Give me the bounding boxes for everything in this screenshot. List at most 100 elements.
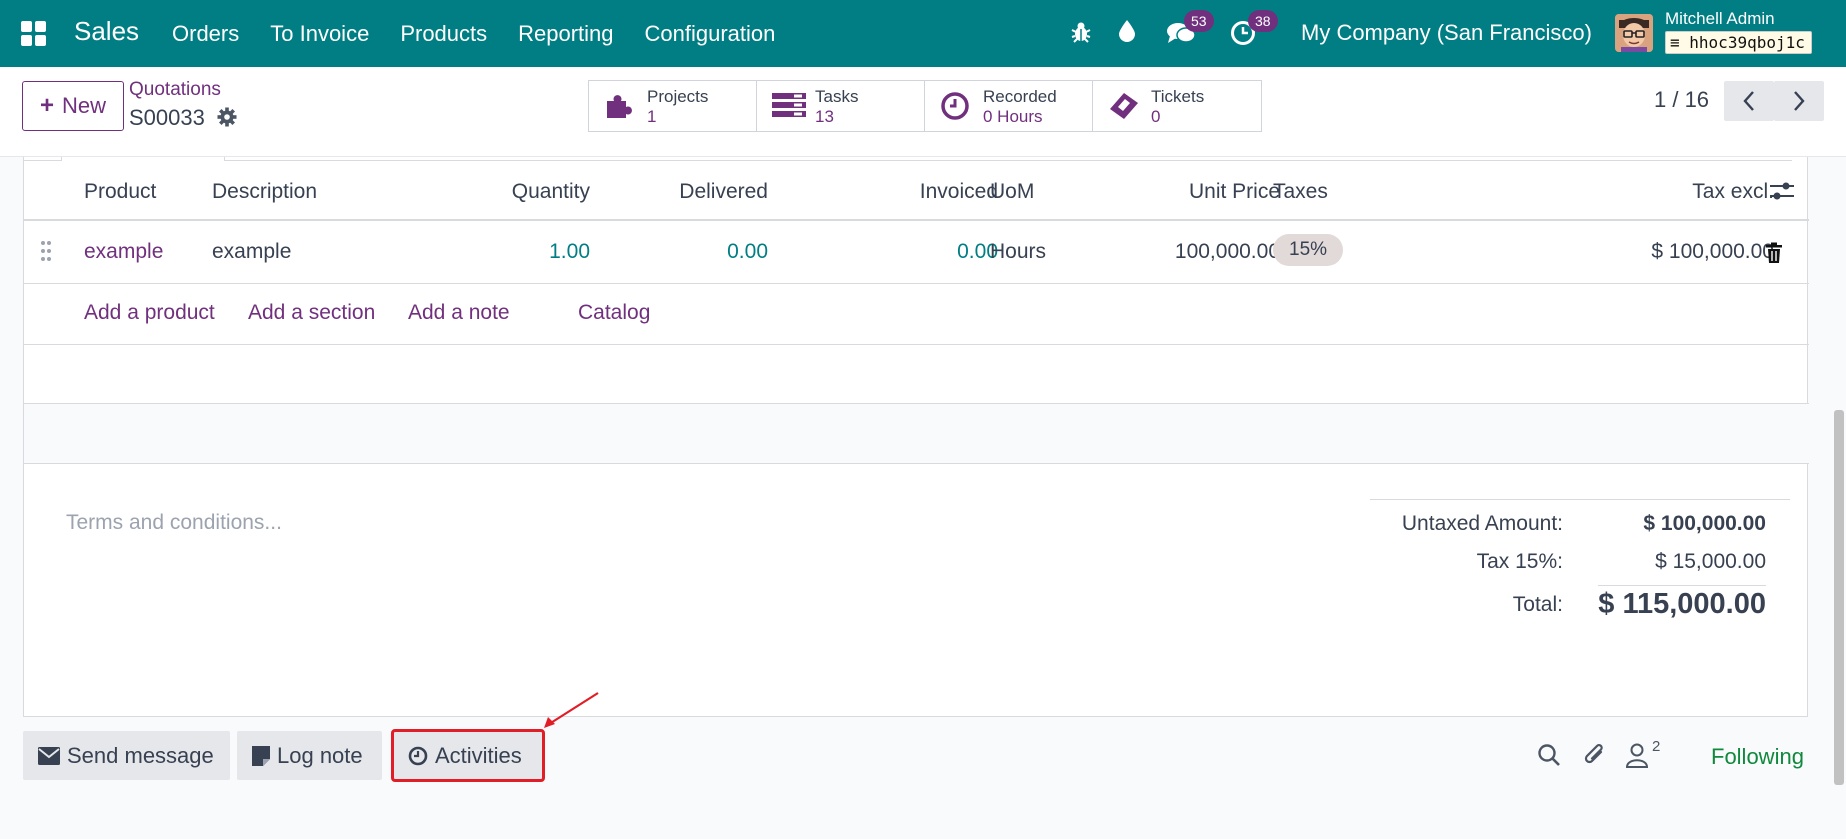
send-message-button[interactable]: Send message: [23, 731, 230, 780]
smart-button-tickets[interactable]: Tickets 0: [1093, 81, 1261, 131]
menu-item-orders[interactable]: Orders: [172, 21, 239, 47]
smart-button-projects[interactable]: Projects 1: [589, 81, 757, 131]
add-note-link[interactable]: Add a note: [408, 301, 510, 325]
column-delivered[interactable]: Delivered: [604, 180, 768, 204]
line-product[interactable]: example: [84, 240, 163, 264]
main-menu: Orders To Invoice Products Reporting Con…: [172, 21, 806, 47]
smart-button-label: Recorded: [983, 87, 1057, 106]
chevron-right-icon: [1794, 91, 1805, 111]
line-quantity[interactable]: 1.00: [424, 240, 590, 264]
menu-item-products[interactable]: Products: [400, 21, 487, 47]
smart-button-tasks[interactable]: Tasks 13: [757, 81, 925, 131]
database-tag: ≡ hhoc39qboj1c: [1665, 31, 1812, 54]
log-note-label: Log note: [277, 742, 363, 768]
column-taxes[interactable]: Taxes: [1273, 180, 1328, 204]
terms-and-conditions-field[interactable]: Terms and conditions...: [66, 511, 282, 535]
sticky-note-icon: [252, 745, 270, 766]
followers-icon[interactable]: [1625, 742, 1649, 773]
paperclip-icon[interactable]: [1583, 742, 1607, 773]
new-button-label: New: [62, 93, 107, 118]
column-unit-price[interactable]: Unit Price: [1104, 180, 1280, 204]
smart-button-value: 1: [647, 107, 657, 126]
smart-button-value: 13: [815, 107, 834, 126]
line-delivered[interactable]: 0.00: [604, 240, 768, 264]
line-description[interactable]: example: [212, 240, 291, 264]
gear-icon[interactable]: [217, 107, 237, 132]
line-invoiced[interactable]: 0.00: [804, 240, 998, 264]
notebook-tabs-edge: [24, 157, 1792, 161]
activities-label: Activities: [435, 742, 522, 768]
line-unit-price[interactable]: 100,000.00: [1104, 240, 1280, 264]
column-invoiced[interactable]: Invoiced: [804, 180, 998, 204]
order-totals: Untaxed Amount: $ 100,000.00 Tax 15%: $ …: [1370, 499, 1790, 620]
send-message-label: Send message: [67, 742, 214, 768]
database-name: hhoc39qboj1c: [1689, 33, 1805, 52]
control-panel: + New Quotations S00033 Projects 1 Tasks…: [0, 67, 1846, 157]
plus-icon: +: [39, 92, 54, 119]
user-name[interactable]: Mitchell Admin: [1665, 9, 1775, 29]
pager-value[interactable]: 1 / 16: [1654, 87, 1709, 113]
search-icon[interactable]: [1537, 743, 1561, 772]
smart-button-value: 0: [1151, 107, 1161, 126]
ticket-icon: [1108, 91, 1140, 126]
smart-button-label: Tickets: [1151, 87, 1205, 106]
record-title: S00033: [129, 105, 205, 130]
untaxed-amount-label: Untaxed Amount:: [1401, 512, 1563, 535]
chevron-left-icon: [1743, 91, 1754, 111]
following-button[interactable]: Following: [1711, 744, 1804, 770]
droplet-icon[interactable]: [1118, 19, 1136, 48]
activities-button[interactable]: Activities: [391, 729, 545, 782]
optional-columns-toggle-icon[interactable]: [1769, 180, 1795, 208]
tax-label: Tax 15%:: [1476, 550, 1563, 573]
column-description[interactable]: Description: [212, 180, 317, 204]
menu-item-reporting[interactable]: Reporting: [518, 21, 613, 47]
new-button[interactable]: + New: [22, 81, 124, 131]
database-icon: ≡: [1670, 33, 1680, 52]
smart-button-label: Projects: [647, 87, 709, 106]
log-note-button[interactable]: Log note: [237, 731, 382, 780]
user-avatar[interactable]: [1615, 14, 1653, 52]
envelope-icon: [38, 746, 60, 765]
app-name[interactable]: Sales: [74, 16, 139, 47]
catalog-link[interactable]: Catalog: [578, 301, 650, 325]
tax-badge[interactable]: 15%: [1273, 234, 1344, 266]
clock-icon: [940, 91, 970, 126]
bug-icon[interactable]: [1070, 20, 1092, 49]
menu-item-to-invoice[interactable]: To Invoice: [270, 21, 369, 47]
followers-count: 2: [1652, 738, 1661, 755]
smart-buttons: Projects 1 Tasks 13 Recorded 0 Hours Tic…: [588, 80, 1262, 132]
add-section-link[interactable]: Add a section: [248, 301, 375, 325]
add-product-link[interactable]: Add a product: [84, 301, 215, 325]
active-tab-edge: [61, 157, 225, 161]
clock-icon: [408, 746, 428, 765]
line-uom[interactable]: Hours: [990, 240, 1046, 264]
order-lines-header: Product Description Quantity Delivered I…: [24, 162, 1809, 221]
column-product[interactable]: Product: [84, 180, 156, 204]
menu-item-configuration[interactable]: Configuration: [645, 21, 776, 47]
smart-button-label: Tasks: [815, 87, 859, 106]
total-value: $ 115,000.00: [1598, 585, 1766, 621]
total-label: Total:: [1512, 593, 1563, 616]
empty-row: [24, 345, 1809, 404]
column-quantity[interactable]: Quantity: [424, 180, 590, 204]
drag-handle-icon[interactable]: [40, 240, 52, 268]
breadcrumb-parent[interactable]: Quotations: [129, 79, 221, 101]
trash-icon[interactable]: [1765, 242, 1783, 270]
empty-row: [24, 404, 1809, 464]
annotation-arrow: [544, 692, 599, 728]
activities-badge: 38: [1248, 10, 1278, 32]
smart-button-value: 0 Hours: [983, 107, 1043, 126]
column-uom[interactable]: UoM: [990, 180, 1034, 204]
scrollbar-thumb[interactable]: [1834, 410, 1844, 785]
line-subtotal: $ 100,000.00: [1651, 240, 1774, 263]
order-line-row[interactable]: example example 1.00 0.00 0.00 Hours 100…: [24, 223, 1809, 284]
top-navbar: Sales Orders To Invoice Products Reporti…: [0, 0, 1846, 67]
messages-badge: 53: [1184, 10, 1214, 32]
apps-menu-icon[interactable]: [21, 21, 46, 46]
pager-next-button[interactable]: [1774, 81, 1824, 121]
company-switcher[interactable]: My Company (San Francisco): [1301, 20, 1592, 46]
untaxed-amount-value: $ 100,000.00: [1643, 512, 1766, 535]
smart-button-recorded[interactable]: Recorded 0 Hours: [925, 81, 1093, 131]
column-tax-excl[interactable]: Tax excl.: [1544, 180, 1774, 204]
pager-previous-button[interactable]: [1724, 81, 1774, 121]
